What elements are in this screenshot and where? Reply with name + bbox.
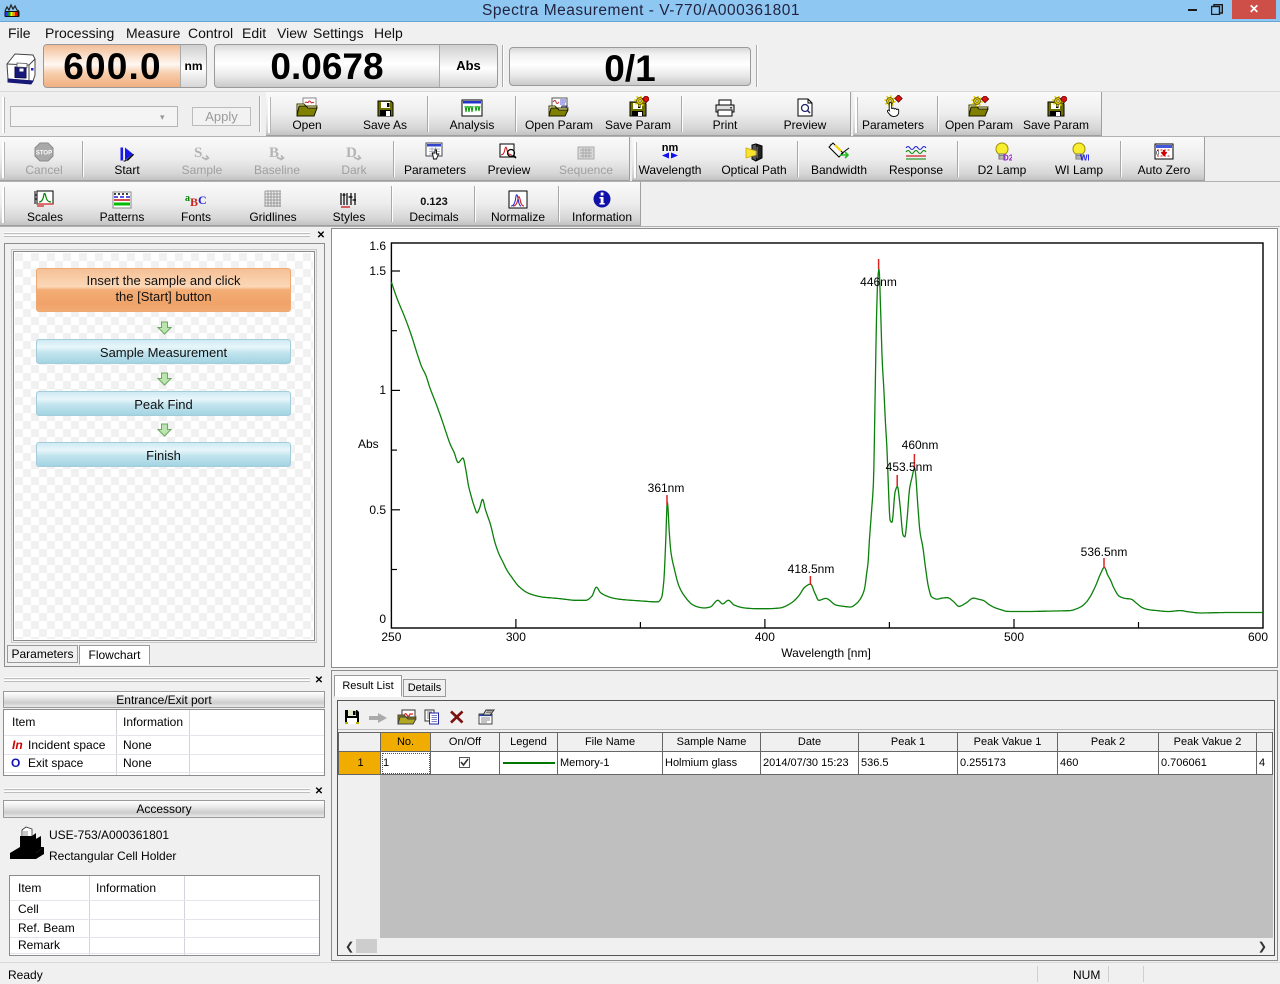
svg-text:0.123: 0.123 xyxy=(420,196,448,208)
svg-text:500: 500 xyxy=(1004,630,1024,644)
svg-text:STOP: STOP xyxy=(36,151,52,157)
svg-text:B: B xyxy=(269,145,279,161)
svg-text:418.5nm: 418.5nm xyxy=(788,562,835,576)
svg-text:WI: WI xyxy=(1080,154,1089,163)
svg-text:361nm: 361nm xyxy=(648,481,685,495)
svg-text:nm: nm xyxy=(662,142,679,154)
svg-text:0: 0 xyxy=(379,612,386,626)
svg-text:Abs: Abs xyxy=(358,437,379,451)
svg-text:B: B xyxy=(190,195,198,209)
svg-text:1: 1 xyxy=(379,383,386,397)
svg-text:Wavelength [nm]: Wavelength [nm] xyxy=(781,646,871,660)
svg-text:1.5: 1.5 xyxy=(369,264,386,278)
svg-text:400: 400 xyxy=(755,630,775,644)
svg-text:453.5nm: 453.5nm xyxy=(886,460,933,474)
svg-text:S: S xyxy=(194,145,202,161)
svg-text:300: 300 xyxy=(506,630,526,644)
svg-text:536.5nm: 536.5nm xyxy=(1081,545,1128,559)
svg-text:0.5: 0.5 xyxy=(369,503,386,517)
svg-text:600: 600 xyxy=(1248,630,1268,644)
svg-text:D2: D2 xyxy=(1003,154,1012,163)
svg-text:250: 250 xyxy=(381,630,401,644)
svg-text:C: C xyxy=(198,193,207,207)
svg-text:446nm: 446nm xyxy=(860,275,897,289)
svg-text:1.6: 1.6 xyxy=(369,239,386,253)
svg-text:460nm: 460nm xyxy=(902,438,939,452)
